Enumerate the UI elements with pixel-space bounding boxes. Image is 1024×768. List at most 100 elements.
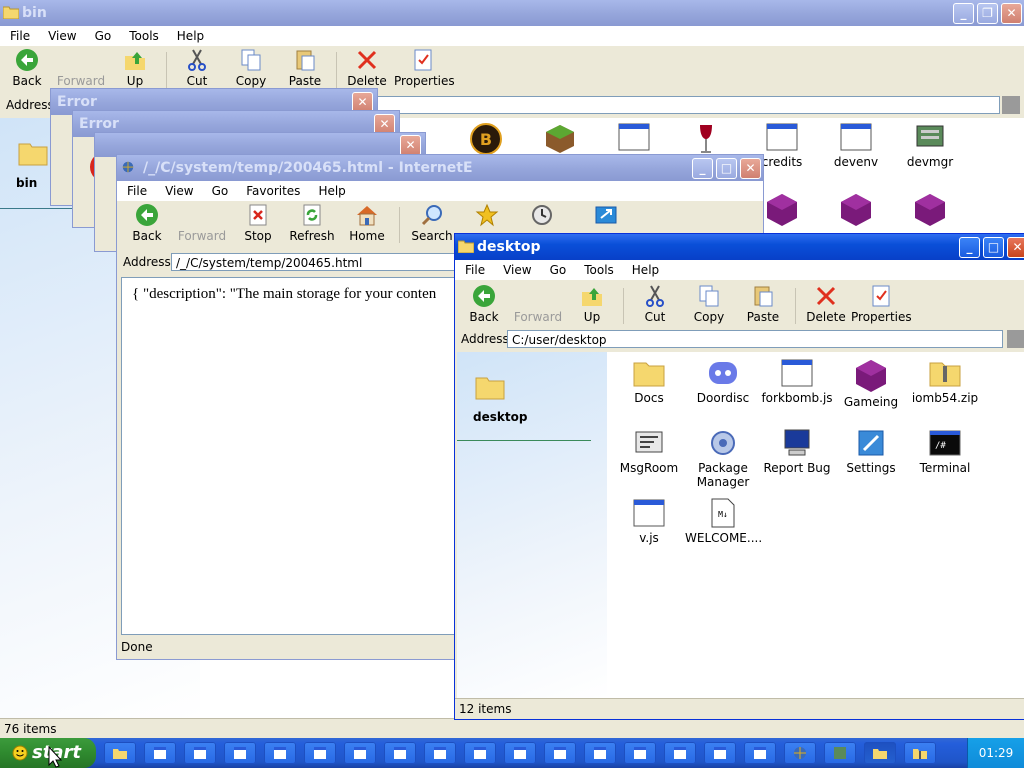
up-button[interactable]: Up <box>108 48 162 88</box>
desktop-item[interactable] <box>818 192 894 229</box>
taskbar-button[interactable] <box>584 742 616 764</box>
desktop-status-bar: 12 items <box>455 698 1024 719</box>
cut-button[interactable]: Cut <box>170 48 224 88</box>
clock: 01:29 <box>978 746 1014 760</box>
close-button[interactable]: ✕ <box>740 158 761 179</box>
taskbar-button[interactable] <box>744 742 776 764</box>
taskbar-button[interactable] <box>224 742 256 764</box>
cut-button[interactable]: Cut <box>628 284 682 324</box>
paste-button[interactable]: Paste <box>278 48 332 88</box>
desktop-item[interactable]: devenv <box>818 122 894 169</box>
desktop-item[interactable]: MsgRoom <box>611 428 687 475</box>
ie-titlebar[interactable]: /_/C/system/temp/200465.html - InternetE… <box>117 155 763 181</box>
menu-file[interactable]: File <box>10 29 30 43</box>
menu-go[interactable]: Go <box>550 263 567 277</box>
taskbar-button[interactable] <box>304 742 336 764</box>
desktop-item[interactable]: iomb54.zip <box>907 358 983 405</box>
forward-button[interactable]: Forward <box>54 48 108 88</box>
menu-go[interactable]: Go <box>212 184 229 198</box>
back-button[interactable]: Back <box>457 284 511 324</box>
delete-button[interactable]: Delete <box>340 48 394 88</box>
desktop-item[interactable] <box>892 192 968 229</box>
desktop-item[interactable] <box>596 122 672 155</box>
taskbar-button[interactable] <box>264 742 296 764</box>
window-icon <box>394 747 406 759</box>
taskbar-button[interactable] <box>384 742 416 764</box>
go-button[interactable] <box>1007 330 1024 348</box>
taskbar-button[interactable] <box>664 742 696 764</box>
desktop-item[interactable]: Settings <box>833 428 909 475</box>
minimize-button[interactable]: _ <box>953 3 974 24</box>
taskbar-button[interactable] <box>784 742 816 764</box>
back-button[interactable]: Back <box>120 203 174 243</box>
taskbar-button[interactable] <box>504 742 536 764</box>
taskbar-button[interactable] <box>464 742 496 764</box>
taskbar-button[interactable] <box>704 742 736 764</box>
desktop-item[interactable]: Gameing <box>833 358 909 409</box>
taskbar-button[interactable] <box>424 742 456 764</box>
home-button[interactable]: Home <box>340 203 394 243</box>
menu-favorites[interactable]: Favorites <box>246 184 300 198</box>
sidebar-title: desktop <box>473 410 528 424</box>
desktop-titlebar[interactable]: desktop _ □ ✕ <box>455 234 1024 260</box>
bin-titlebar[interactable]: bin _ ❐ ✕ <box>0 0 1024 26</box>
taskbar-button[interactable] <box>184 742 216 764</box>
menu-help[interactable]: Help <box>632 263 659 277</box>
desktop-item[interactable]: Report Bug <box>759 428 835 475</box>
taskbar-button[interactable] <box>864 742 896 764</box>
menu-view[interactable]: View <box>503 263 531 277</box>
close-button[interactable]: ✕ <box>1001 3 1022 24</box>
taskbar-button[interactable] <box>344 742 376 764</box>
search-button[interactable]: Search <box>405 203 459 243</box>
favorites-button[interactable] <box>460 203 514 227</box>
copy-icon <box>699 285 719 307</box>
copy-button[interactable]: Copy <box>682 284 736 324</box>
minimize-button[interactable]: _ <box>959 237 980 258</box>
menu-tools[interactable]: Tools <box>584 263 614 277</box>
forward-button[interactable]: Forward <box>175 203 229 243</box>
taskbar-button[interactable] <box>144 742 176 764</box>
window-icon <box>434 747 446 759</box>
properties-button[interactable]: Properties <box>394 48 455 88</box>
menu-tools[interactable]: Tools <box>129 29 159 43</box>
maximize-button[interactable]: □ <box>716 158 737 179</box>
maximize-button[interactable]: ❐ <box>977 3 998 24</box>
menu-view[interactable]: View <box>48 29 76 43</box>
minimize-button[interactable]: _ <box>692 158 713 179</box>
refresh-button[interactable]: Refresh <box>285 203 339 243</box>
copy-button[interactable]: Copy <box>224 48 278 88</box>
go-button[interactable] <box>1002 96 1020 114</box>
paste-button[interactable]: Paste <box>736 284 790 324</box>
menu-help[interactable]: Help <box>318 184 345 198</box>
desktop-item[interactable]: forkbomb.js <box>759 358 835 405</box>
desktop-item[interactable]: Doordisc <box>685 358 761 405</box>
maximize-button[interactable]: □ <box>983 237 1004 258</box>
history-button[interactable] <box>515 203 569 227</box>
desktop-address-field[interactable]: C:/user/desktop <box>507 330 1003 348</box>
menu-view[interactable]: View <box>165 184 193 198</box>
stop-button[interactable]: Stop <box>231 203 285 243</box>
taskbar-button[interactable] <box>904 742 936 764</box>
desktop-item[interactable]: /# Terminal <box>907 428 983 475</box>
menu-go[interactable]: Go <box>95 29 112 43</box>
close-button[interactable]: ✕ <box>1007 237 1024 258</box>
taskbar-button[interactable] <box>624 742 656 764</box>
close-button[interactable]: ✕ <box>400 135 421 156</box>
desktop-item[interactable]: Docs <box>611 358 687 405</box>
properties-button[interactable]: Properties <box>851 284 912 324</box>
taskbar-button[interactable] <box>824 742 856 764</box>
delete-button[interactable]: Delete <box>799 284 853 324</box>
menu-file[interactable]: File <box>127 184 147 198</box>
desktop-item[interactable]: v.js <box>611 498 687 545</box>
forward-button[interactable]: Forward <box>511 284 565 324</box>
taskbar-button[interactable] <box>544 742 576 764</box>
menu-file[interactable]: File <box>465 263 485 277</box>
fullscreen-button[interactable] <box>579 203 633 227</box>
taskbar-button[interactable] <box>104 742 136 764</box>
desktop-item[interactable]: devmgr <box>892 122 968 169</box>
menu-help[interactable]: Help <box>177 29 204 43</box>
desktop-item[interactable]: Package Manager <box>685 428 761 489</box>
up-button[interactable]: Up <box>565 284 619 324</box>
back-button[interactable]: Back <box>0 48 54 88</box>
desktop-item[interactable]: M↓ WELCOME.... <box>685 498 762 545</box>
